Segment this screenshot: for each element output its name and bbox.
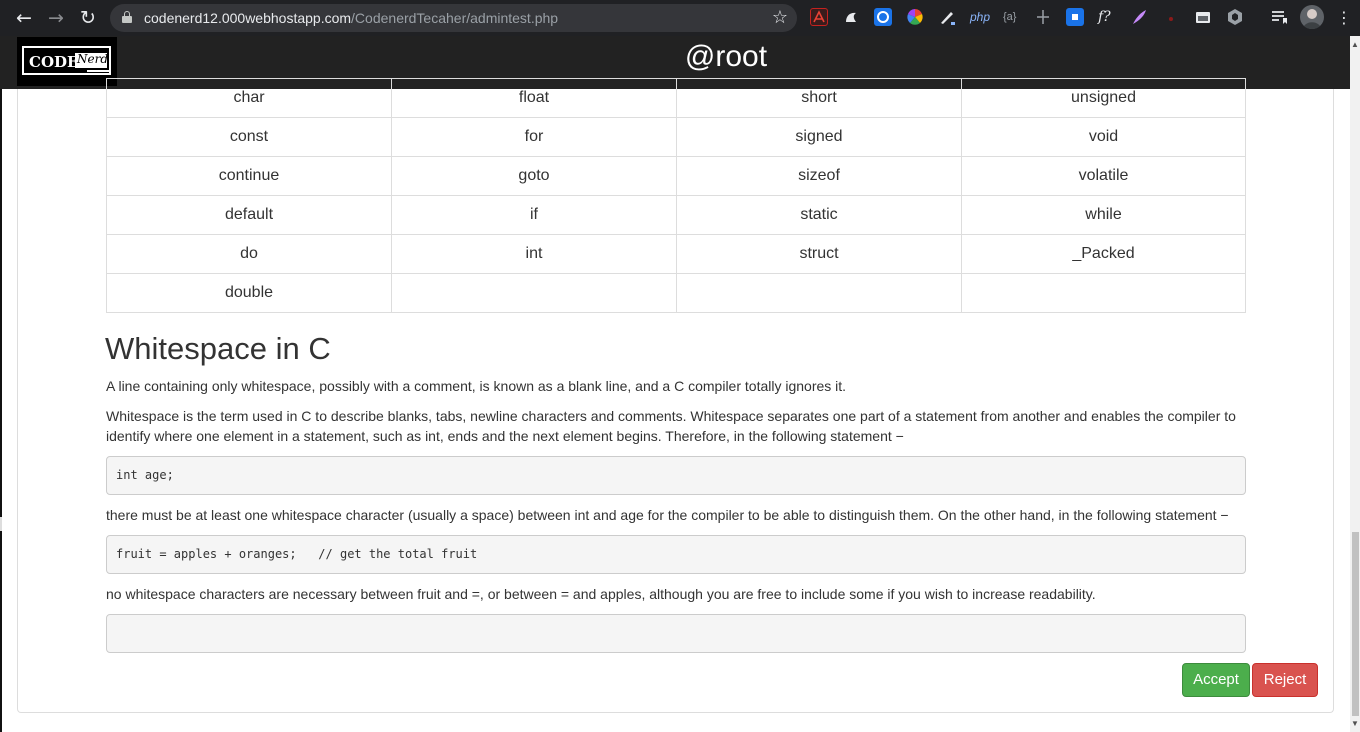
square-extension-icon[interactable] (1066, 8, 1084, 26)
pen-extension-icon[interactable] (938, 8, 956, 26)
lock-icon[interactable] (122, 11, 132, 23)
table-cell: for (391, 117, 677, 157)
address-bar[interactable]: codenerd12.000webhostapp.com/CodenerdTec… (110, 4, 797, 32)
keywords-table: char float short unsigned const for signed void… (106, 78, 1246, 313)
table-cell: sizeof (676, 156, 962, 196)
feather-extension-icon[interactable] (1130, 8, 1148, 26)
table-cell: unsigned (961, 78, 1246, 118)
blue-target-extension-icon[interactable] (874, 8, 892, 26)
reject-button[interactable]: Reject (1252, 663, 1318, 697)
table-cell: default (106, 195, 392, 235)
table-cell: short (676, 78, 962, 118)
scroll-down-arrow-icon[interactable]: ▼ (1351, 719, 1359, 728)
json-extension-icon[interactable]: {a} (1003, 8, 1016, 26)
table-cell: static (676, 195, 962, 235)
bookmark-star-icon[interactable]: ☆ (772, 7, 788, 28)
window-extension-icon[interactable] (1194, 8, 1212, 26)
profile-avatar[interactable] (1300, 5, 1324, 29)
font-finder-extension-icon[interactable]: f? (1098, 8, 1111, 26)
table-row: double (106, 273, 1246, 313)
table-cell: double (106, 273, 392, 313)
pdf-extension-icon[interactable] (810, 8, 828, 26)
page-title: @root (684, 40, 768, 73)
menu-kebab-icon[interactable]: ⋮ (1333, 7, 1355, 29)
red-dot-extension-icon[interactable] (1162, 8, 1180, 26)
table-cell (961, 273, 1246, 313)
url-path: /CodenerdTecaher/admintest.php (351, 10, 559, 26)
table-cell: goto (391, 156, 677, 196)
url-text[interactable]: codenerd12.000webhostapp.com/CodenerdTec… (144, 10, 558, 26)
table-cell: while (961, 195, 1246, 235)
table-cell: float (391, 78, 677, 118)
table-cell: void (961, 117, 1246, 157)
table-row: default if static while (106, 195, 1246, 235)
hexagon-extension-icon[interactable] (1226, 8, 1244, 26)
table-row: do int struct _Packed (106, 234, 1246, 274)
table-row: const for signed void (106, 117, 1246, 157)
left-edge-divider (0, 89, 2, 732)
bird-extension-icon[interactable] (842, 8, 860, 26)
page-scrollbar-thumb[interactable] (1352, 532, 1359, 716)
browser-toolbar: ← → ↻ codenerd12.000webhostapp.com/Coden… (0, 0, 1360, 36)
code-block-empty (106, 614, 1246, 653)
table-cell: signed (676, 117, 962, 157)
url-domain: codenerd12.000webhostapp.com (144, 10, 352, 26)
paragraph-whitespace-definition: Whitespace is the term used in C to desc… (106, 408, 1236, 444)
reload-icon[interactable]: ↻ (77, 7, 99, 29)
scroll-up-arrow-icon[interactable]: ▲ (1351, 40, 1359, 49)
table-row: continue goto sizeof volatile (106, 156, 1246, 196)
back-arrow-icon[interactable]: ← (13, 7, 35, 29)
table-cell: const (106, 117, 392, 157)
ruler-extension-icon[interactable] (1034, 8, 1052, 26)
table-cell: struct (676, 234, 962, 274)
accept-button[interactable]: Accept (1182, 663, 1250, 697)
paragraph-whitespace-needed: there must be at least one whitespace ch… (106, 507, 1229, 523)
table-cell: int (391, 234, 677, 274)
forward-arrow-icon[interactable]: → (45, 7, 67, 29)
table-cell: _Packed (961, 234, 1246, 274)
paragraph-blank-line: A line containing only whitespace, possi… (106, 378, 847, 394)
reading-list-icon[interactable] (1270, 8, 1288, 26)
section-heading: Whitespace in C (105, 331, 331, 366)
code-block-fruit: fruit = apples + oranges; // get the tot… (106, 535, 1246, 574)
table-cell: if (391, 195, 677, 235)
table-cell: volatile (961, 156, 1246, 196)
table-cell (676, 273, 962, 313)
paragraph-readability: no whitespace characters are necessary b… (106, 586, 1096, 602)
table-cell: do (106, 234, 392, 274)
table-cell (391, 273, 677, 313)
table-cell: char (106, 78, 392, 118)
code-block-int-age: int age; (106, 456, 1246, 495)
php-extension-icon[interactable]: php (970, 8, 990, 26)
table-row: char float short unsigned (106, 78, 1246, 118)
color-wheel-extension-icon[interactable] (906, 8, 924, 26)
table-cell: continue (106, 156, 392, 196)
